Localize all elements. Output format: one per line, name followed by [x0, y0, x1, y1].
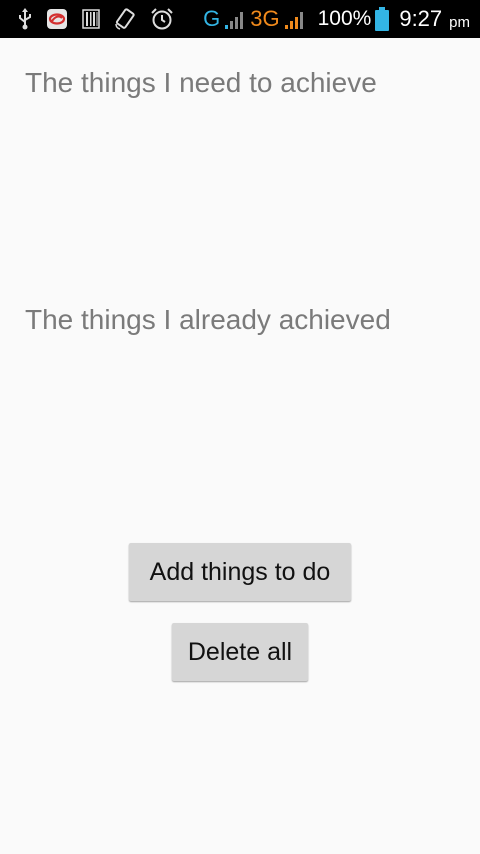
clock-time: 9:27: [399, 6, 443, 31]
signal-3g-icon: [284, 8, 306, 30]
battery-percent: 100%: [317, 7, 372, 30]
network-3g-label: 3G: [250, 6, 280, 31]
done-heading: The things I already achieved: [25, 304, 391, 335]
add-things-button[interactable]: Add things to do: [129, 543, 351, 601]
barcode-icon: [82, 9, 100, 29]
todo-heading: The things I need to achieve: [25, 67, 377, 98]
screen-rotate-icon: [114, 8, 136, 30]
battery-icon: [375, 7, 390, 31]
clock-suffix: pm: [449, 13, 470, 31]
status-bar-notifications: [18, 6, 174, 32]
usb-icon: [18, 8, 32, 30]
app-notification-icon: [46, 8, 68, 30]
signal-g-icon: [224, 8, 246, 30]
delete-all-button[interactable]: Delete all: [172, 623, 308, 681]
network-g-label: G: [203, 6, 221, 31]
alarm-icon: [150, 7, 174, 31]
status-bar: G 3G 100% 9:27 pm: [0, 0, 480, 38]
status-bar-system: G 3G 100% 9:27 pm: [203, 6, 470, 32]
